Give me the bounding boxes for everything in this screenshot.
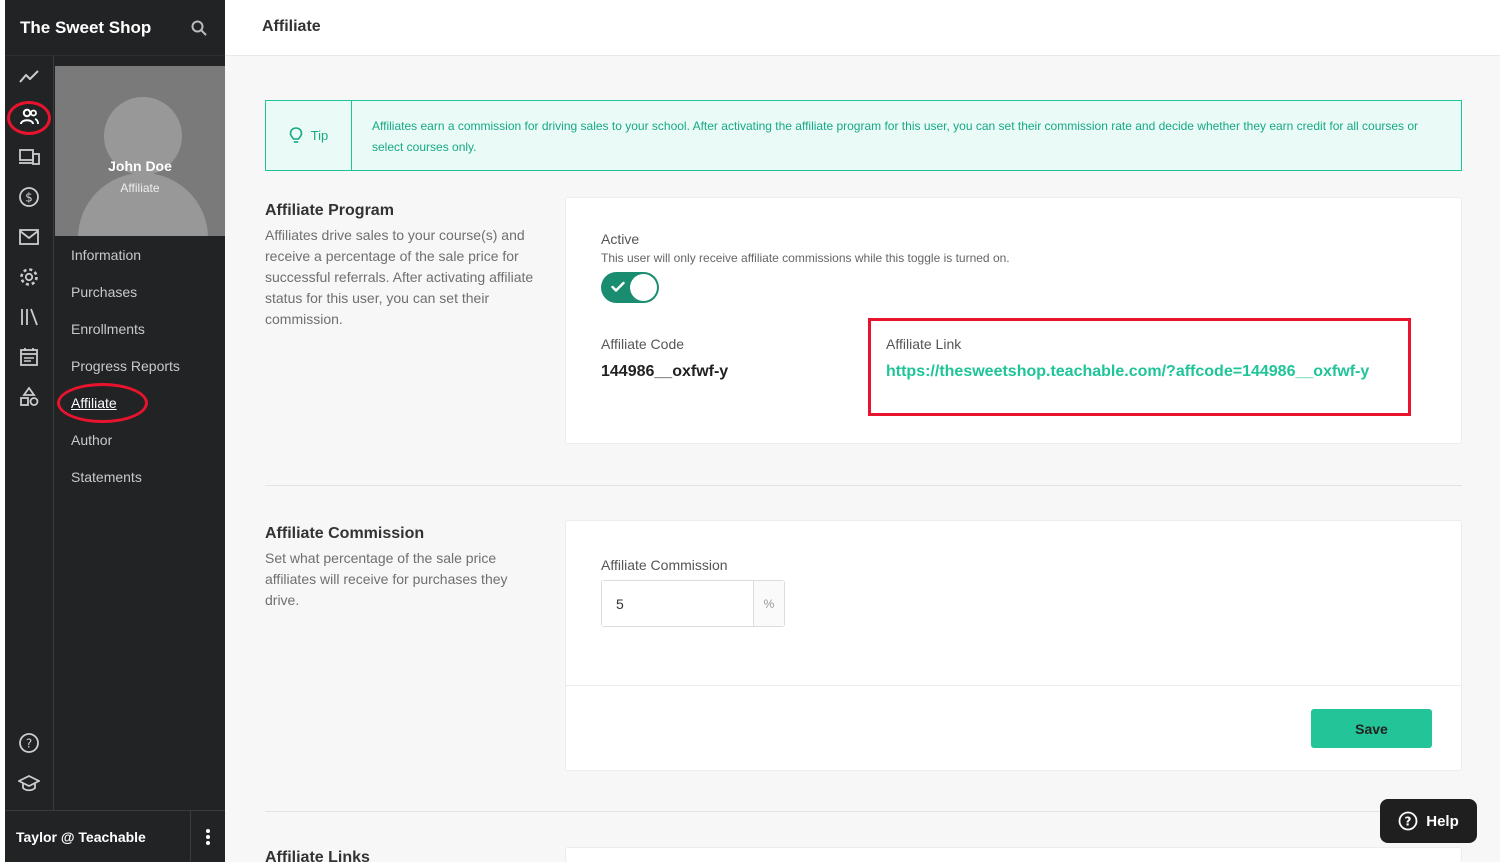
devices-icon[interactable] bbox=[16, 144, 42, 170]
affiliate-links-card bbox=[565, 847, 1462, 862]
profile-role: Affiliate bbox=[120, 181, 160, 195]
mail-icon[interactable] bbox=[16, 224, 42, 250]
page-header: Affiliate bbox=[225, 0, 1500, 56]
calendar-icon[interactable] bbox=[16, 344, 42, 370]
commission-input[interactable] bbox=[602, 581, 753, 626]
subnav-statements[interactable]: Statements bbox=[71, 467, 180, 504]
active-toggle[interactable] bbox=[601, 272, 659, 303]
active-hint: This user will only receive affiliate co… bbox=[601, 251, 1010, 265]
library-icon[interactable] bbox=[16, 304, 42, 330]
help-button[interactable]: ? Help bbox=[1380, 799, 1477, 843]
icon-rail: $ ? bbox=[5, 56, 54, 810]
gear-icon[interactable] bbox=[16, 264, 42, 290]
affiliate-commission-description: Set what percentage of the sale price af… bbox=[265, 550, 508, 608]
commission-field-label: Affiliate Commission bbox=[601, 557, 728, 573]
subnav-enrollments[interactable]: Enrollments bbox=[71, 319, 180, 356]
tip-text: Affiliates earn a commission for driving… bbox=[372, 119, 1419, 154]
trend-icon[interactable] bbox=[16, 64, 42, 90]
check-icon bbox=[611, 281, 625, 292]
subnav-information[interactable]: Information bbox=[71, 245, 180, 282]
current-user[interactable]: Taylor @ Teachable bbox=[5, 829, 190, 845]
brand-bar: The Sweet Shop bbox=[5, 0, 225, 56]
help-icon: ? bbox=[1398, 811, 1418, 831]
help-circle-icon[interactable]: ? bbox=[16, 730, 42, 756]
subnav-affiliate[interactable]: Affiliate bbox=[71, 393, 180, 430]
affiliate-commission-title: Affiliate Commission bbox=[265, 525, 425, 542]
svg-text:?: ? bbox=[1405, 815, 1412, 829]
users-icon[interactable] bbox=[16, 104, 42, 130]
school-name[interactable]: The Sweet Shop bbox=[20, 18, 151, 38]
search-icon[interactable] bbox=[189, 18, 209, 38]
affiliate-code-value: 144986__oxfwf-y bbox=[601, 363, 729, 380]
affiliate-code-label: Affiliate Code bbox=[601, 336, 685, 352]
affiliate-program-card: Active This user will only receive affil… bbox=[565, 197, 1462, 444]
affiliate-program-title: Affiliate Program bbox=[265, 202, 394, 219]
section-divider bbox=[265, 485, 1462, 486]
affiliate-commission-card: Affiliate Commission % Save bbox=[565, 520, 1462, 771]
subnav-purchases[interactable]: Purchases bbox=[71, 282, 180, 319]
toggle-knob bbox=[630, 274, 657, 301]
user-subnav: Information Purchases Enrollments Progre… bbox=[71, 245, 180, 504]
subnav-author[interactable]: Author bbox=[71, 430, 180, 467]
page-title: Affiliate bbox=[262, 18, 321, 35]
dollar-icon[interactable]: $ bbox=[16, 184, 42, 210]
svg-text:?: ? bbox=[26, 737, 32, 751]
tip-banner: Tip Affiliates earn a commission for dri… bbox=[265, 100, 1462, 171]
lightbulb-icon bbox=[289, 126, 303, 143]
tip-label-box: Tip bbox=[266, 101, 352, 170]
profile-card: John Doe Affiliate bbox=[55, 66, 225, 236]
sidebar: The Sweet Shop $ ? John Doe Affiliate In… bbox=[5, 0, 225, 862]
percent-suffix: % bbox=[753, 581, 784, 626]
section-divider-2 bbox=[265, 811, 1462, 812]
affiliate-program-description: Affiliates drive sales to your course(s)… bbox=[265, 227, 534, 327]
card-divider bbox=[566, 685, 1461, 686]
graduation-icon[interactable] bbox=[16, 770, 42, 796]
active-label: Active bbox=[601, 231, 640, 247]
svg-text:$: $ bbox=[25, 191, 33, 205]
save-button[interactable]: Save bbox=[1311, 709, 1432, 748]
kebab-menu-icon[interactable] bbox=[190, 810, 225, 862]
sidebar-footer: Taylor @ Teachable bbox=[5, 810, 225, 862]
affiliate-links-title: Affiliate Links bbox=[265, 849, 370, 862]
commission-input-group: % bbox=[601, 580, 785, 627]
help-label: Help bbox=[1426, 812, 1459, 830]
tip-label: Tip bbox=[310, 128, 329, 143]
annotation-box-affiliate-link bbox=[868, 318, 1411, 416]
profile-name: John Doe bbox=[108, 158, 172, 174]
subnav-progress-reports[interactable]: Progress Reports bbox=[71, 356, 180, 393]
shapes-icon[interactable] bbox=[16, 384, 42, 410]
